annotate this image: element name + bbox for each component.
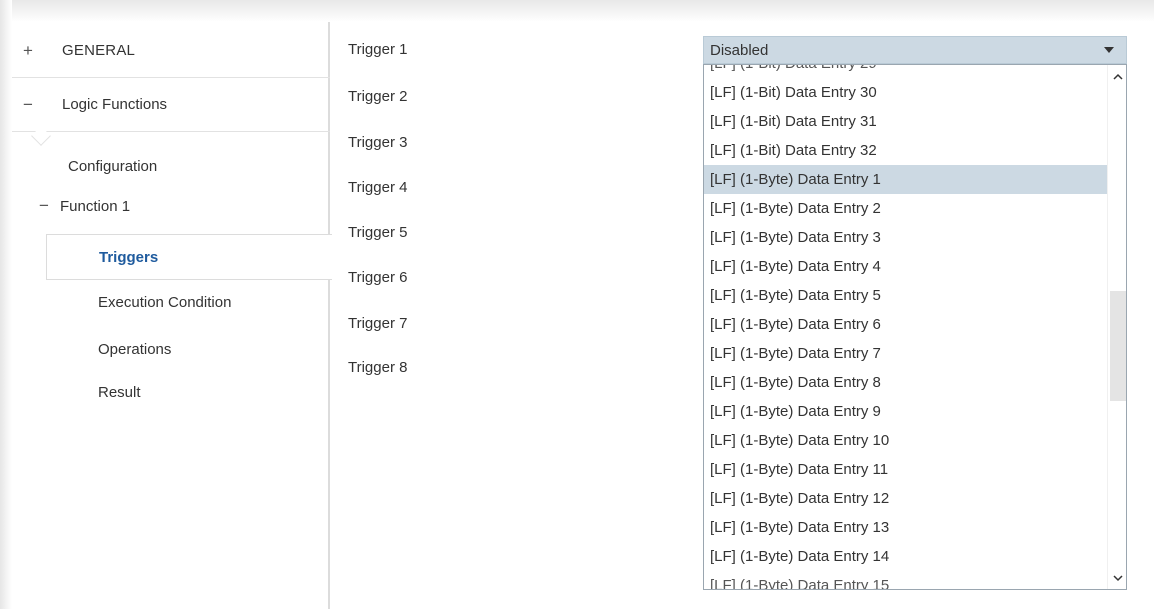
list-option[interactable]: [LF] (1-Byte) Data Entry 15 (704, 571, 1108, 589)
window-frame-top (0, 0, 1154, 22)
trigger-label: Trigger 2 (348, 88, 408, 105)
collapse-minus-icon[interactable]: − (32, 196, 56, 216)
dropdown-arrow-icon[interactable] (1104, 47, 1114, 53)
expand-plus-icon[interactable]: + (16, 41, 40, 61)
chevron-down-icon[interactable] (1108, 569, 1126, 587)
trigger-label: Trigger 7 (348, 315, 408, 332)
list-option[interactable]: [LF] (1-Byte) Data Entry 7 (704, 339, 1108, 368)
window-frame-left (0, 0, 12, 609)
list-option[interactable]: [LF] (1-Byte) Data Entry 3 (704, 223, 1108, 252)
list-option[interactable]: [LF] (1-Bit) Data Entry 32 (704, 136, 1108, 165)
trigger-label: Trigger 4 (348, 179, 408, 196)
list-option-selected[interactable]: [LF] (1-Byte) Data Entry 1 (704, 165, 1108, 194)
collapse-minus-icon[interactable]: − (16, 95, 40, 115)
list-option[interactable]: [LF] (1-Byte) Data Entry 9 (704, 397, 1108, 426)
list-option[interactable]: [LF] (1-Bit) Data Entry 31 (704, 107, 1108, 136)
sidebar-item-triggers[interactable]: Triggers (46, 234, 332, 280)
trigger-label: Trigger 5 (348, 224, 408, 241)
list-option[interactable]: [LF] (1-Byte) Data Entry 12 (704, 484, 1108, 513)
sidebar-item-label: Function 1 (60, 197, 131, 215)
sidebar-item-configuration[interactable]: Configuration (68, 158, 157, 175)
list-option[interactable]: [LF] (1-Byte) Data Entry 10 (704, 426, 1108, 455)
list-option[interactable]: [LF] (1-Byte) Data Entry 2 (704, 194, 1108, 223)
trigger-label: Trigger 8 (348, 359, 408, 376)
list-option[interactable]: [LF] (1-Byte) Data Entry 8 (704, 368, 1108, 397)
sidebar: + GENERAL − Logic Functions Configuratio… (12, 22, 332, 609)
sidebar-item-label: GENERAL (62, 42, 136, 59)
sidebar-item-general[interactable]: + GENERAL (12, 24, 330, 78)
sidebar-item-operations[interactable]: Operations (98, 341, 171, 358)
list-option[interactable]: [LF] (1-Byte) Data Entry 5 (704, 281, 1108, 310)
vertical-scrollbar[interactable] (1107, 65, 1126, 589)
option-list: [LF] (1-Bit) Data Entry 29 [LF] (1-Bit) … (704, 65, 1108, 589)
sidebar-item-result[interactable]: Result (98, 384, 141, 401)
trigger-1-select[interactable]: Disabled (703, 36, 1127, 64)
select-value: Disabled (710, 41, 769, 59)
list-option[interactable]: [LF] (1-Bit) Data Entry 29 (704, 65, 1108, 78)
trigger-label: Trigger 1 (348, 41, 408, 58)
chevron-up-icon[interactable] (1108, 67, 1126, 85)
list-option[interactable]: [LF] (1-Byte) Data Entry 6 (704, 310, 1108, 339)
sidebar-item-label: Triggers (99, 248, 159, 266)
list-option[interactable]: [LF] (1-Byte) Data Entry 11 (704, 455, 1108, 484)
scrollbar-thumb[interactable] (1110, 291, 1126, 401)
list-option[interactable]: [LF] (1-Bit) Data Entry 30 (704, 78, 1108, 107)
trigger-label: Trigger 3 (348, 134, 408, 151)
sidebar-item-logic-functions[interactable]: − Logic Functions (12, 78, 330, 132)
sidebar-item-execution-condition[interactable]: Execution Condition (98, 294, 231, 311)
list-option[interactable]: [LF] (1-Byte) Data Entry 13 (704, 513, 1108, 542)
list-option[interactable]: [LF] (1-Byte) Data Entry 4 (704, 252, 1108, 281)
dropdown-list[interactable]: [LF] (1-Bit) Data Entry 29 [LF] (1-Bit) … (703, 64, 1127, 590)
trigger-label: Trigger 6 (348, 269, 408, 286)
sidebar-item-function-1[interactable]: − Function 1 (12, 196, 130, 216)
sidebar-item-label: Logic Functions (62, 96, 168, 113)
list-option[interactable]: [LF] (1-Byte) Data Entry 14 (704, 542, 1108, 571)
